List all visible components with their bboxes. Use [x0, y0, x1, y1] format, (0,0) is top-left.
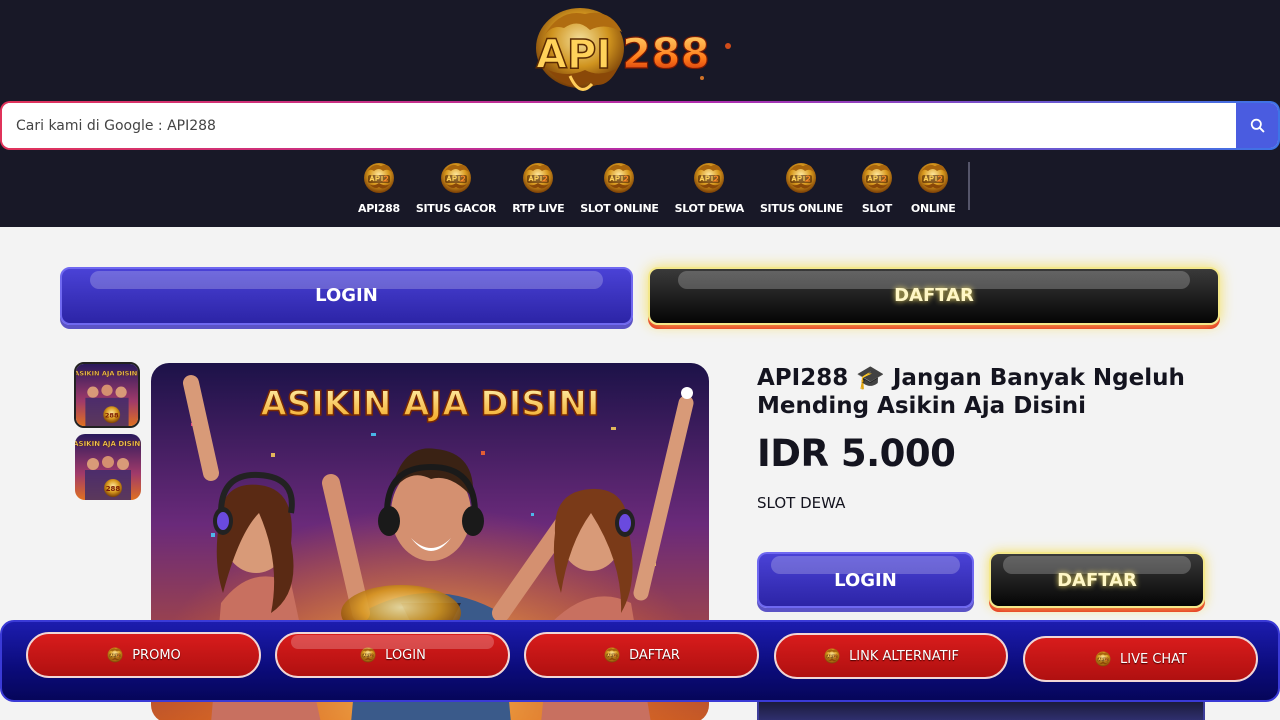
search-icon [1250, 118, 1264, 133]
dragon-emblem-icon [603, 646, 621, 664]
thumbnail-image: ASIKIN AJA DISINI 288 [75, 434, 141, 500]
svg-text:ASIKIN AJA DISINI: ASIKIN AJA DISINI [76, 369, 138, 377]
login-label: LOGIN [385, 647, 426, 663]
nav-item-slot-online[interactable]: SLOT ONLINE [580, 160, 659, 215]
product-daftar-button[interactable]: DAFTAR [989, 552, 1205, 608]
bottom-login-button[interactable]: LOGIN [275, 632, 510, 678]
search-bar [0, 101, 1280, 150]
product-price: IDR 5.000 [757, 432, 956, 475]
live-chat-button[interactable]: LIVE CHAT [1023, 636, 1258, 682]
svg-text:API: API [536, 32, 611, 78]
nav-item-online[interactable]: ONLINE [911, 160, 956, 215]
daftar-label: DAFTAR [894, 285, 974, 306]
dragon-emblem-icon [601, 160, 637, 196]
nav-label: SLOT DEWA [674, 202, 745, 215]
nav-label: SITUS GACOR [415, 202, 497, 215]
product-login-button[interactable]: LOGIN [757, 552, 974, 608]
dragon-emblem-icon [915, 160, 951, 196]
nav-label: SLOT [861, 202, 893, 215]
nav-label: RTP LIVE [512, 202, 565, 215]
nav-item-situs-gacor[interactable]: SITUS GACOR [416, 160, 496, 215]
promo-label: PROMO [132, 647, 181, 663]
nav-item-slot[interactable]: SLOT [859, 160, 895, 215]
product-title: API288 🎓 Jangan Banyak Ngeluh Mending As… [757, 365, 1185, 419]
link-alternatif-label: LINK ALTERNATIF [849, 648, 959, 664]
nav-item-rtp-live[interactable]: RTP LIVE [512, 160, 565, 215]
site-header: API 288 API288 SITUS GACOR [0, 0, 1280, 227]
svg-text:ASIKIN AJA DISINI: ASIKIN AJA DISINI [75, 440, 141, 448]
nav-item-situs-online[interactable]: SITUS ONLINE [760, 160, 843, 215]
svg-text:288: 288 [106, 485, 121, 493]
dragon-emblem-icon [520, 160, 556, 196]
daftar-button[interactable]: DAFTAR [648, 267, 1220, 325]
promo-button[interactable]: PROMO [26, 632, 261, 678]
nav-label: SITUS ONLINE [759, 202, 843, 215]
dragon-emblem-icon [823, 647, 841, 665]
button-gloss [291, 635, 494, 649]
dragon-emblem-icon [691, 160, 727, 196]
thumbnail-image: ASIKIN AJA DISINI 288 [76, 364, 138, 426]
dragon-emblem-icon [783, 160, 819, 196]
dragon-emblem-icon [1094, 650, 1112, 668]
nav-item-api288[interactable]: API288 [358, 160, 400, 215]
product-category: SLOT DEWA [757, 494, 846, 512]
nav-divider [968, 162, 970, 210]
link-alternatif-button[interactable]: LINK ALTERNATIF [774, 633, 1008, 679]
search-inner [2, 103, 1278, 148]
nav-label: ONLINE [910, 202, 956, 215]
gallery-thumbnail[interactable]: ASIKIN AJA DISINI 288 [75, 434, 141, 500]
dragon-emblem-icon [438, 160, 474, 196]
login-label: LOGIN [315, 285, 378, 306]
gallery-thumbnail[interactable]: ASIKIN AJA DISINI 288 [74, 362, 140, 428]
live-chat-label: LIVE CHAT [1120, 651, 1187, 667]
dragon-emblem-icon [106, 646, 124, 664]
bottom-action-bar: PROMO LOGIN DAFTAR LINK ALTERNATIF LIVE … [0, 620, 1280, 702]
nav-item-slot-dewa[interactable]: SLOT DEWA [675, 160, 744, 215]
dragon-emblem-icon [859, 160, 895, 196]
login-label: LOGIN [834, 570, 897, 591]
daftar-label: DAFTAR [1057, 570, 1137, 591]
nav-label: API288 [358, 202, 400, 215]
svg-text:288: 288 [105, 412, 119, 420]
login-button[interactable]: LOGIN [60, 267, 633, 325]
brand-logo[interactable]: API 288 [530, 6, 735, 96]
dragon-emblem-icon [361, 160, 397, 196]
partial-panel [757, 700, 1205, 720]
image-indicator-dot[interactable] [681, 387, 693, 399]
daftar-label: DAFTAR [629, 647, 680, 663]
svg-text:288: 288 [622, 29, 710, 78]
nav-label: SLOT ONLINE [580, 202, 659, 215]
bottom-daftar-button[interactable]: DAFTAR [524, 632, 759, 678]
top-nav: API288 SITUS GACOR RTP LIVE SLOT ONLINE … [350, 160, 964, 218]
search-button[interactable] [1236, 103, 1278, 148]
search-input[interactable] [2, 103, 1236, 148]
banner-text: ASIKIN AJA DISINI [261, 384, 600, 424]
